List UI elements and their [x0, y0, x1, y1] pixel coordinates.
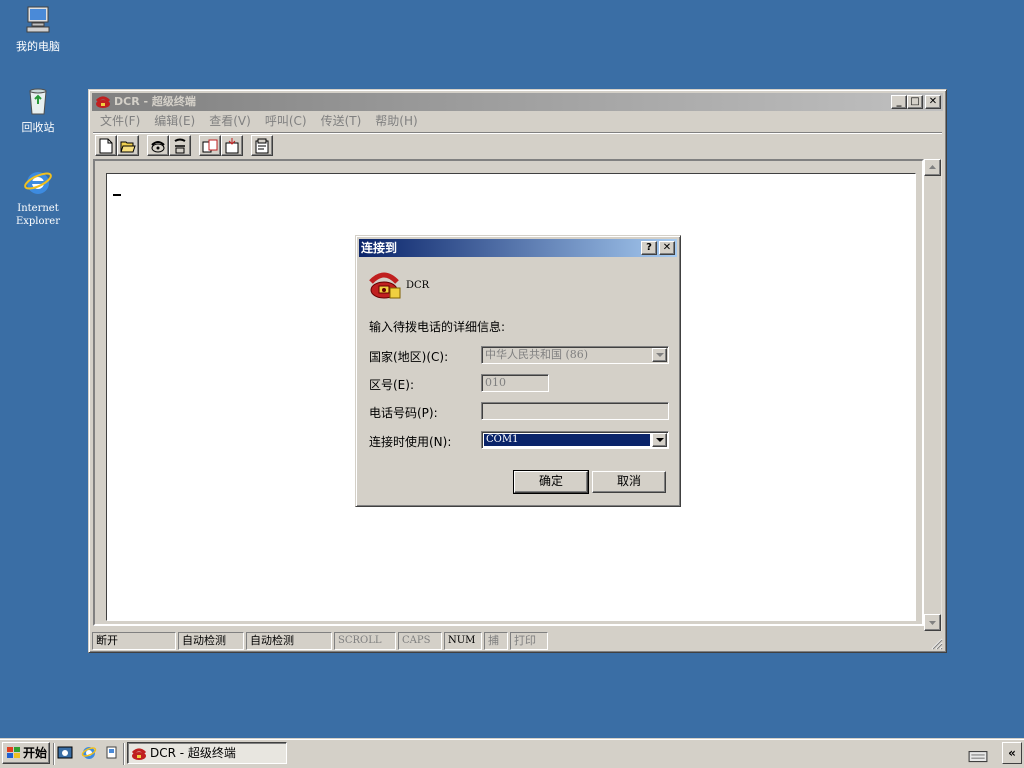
arrow-up-icon — [929, 165, 936, 169]
desktop-icon-recycle-bin[interactable]: 回收站 — [3, 85, 73, 134]
status-detect-1: 自动检测 — [178, 632, 244, 650]
status-capture: 捕 — [484, 632, 508, 650]
open-icon — [120, 141, 136, 152]
taskbar-button-hyperterminal[interactable]: DCR - 超级终端 — [127, 742, 287, 764]
send-button[interactable] — [199, 135, 221, 156]
country-label: 国家(地区)(C): — [369, 350, 449, 364]
menu-file[interactable]: 文件(F) — [93, 112, 147, 131]
chevron-down-icon[interactable] — [652, 348, 667, 362]
send-icon — [202, 139, 218, 152]
arrow-down-icon — [929, 621, 936, 625]
dial-button[interactable] — [147, 135, 169, 156]
desktop-icon-label: 回收站 — [21, 121, 55, 134]
minimize-button[interactable]: _ — [891, 95, 907, 109]
properties-icon — [255, 138, 269, 153]
status-num: NUM — [444, 632, 482, 650]
maximize-button[interactable]: □ — [907, 95, 923, 109]
vertical-scrollbar[interactable] — [924, 159, 942, 631]
area-code-label: 区号(E): — [369, 378, 414, 392]
cancel-button[interactable]: 取消 — [592, 471, 666, 493]
new-icon — [99, 138, 113, 153]
status-print: 打印 — [510, 632, 548, 650]
windows-explorer-icon[interactable] — [104, 745, 120, 761]
window-title: DCR - 超级终端 — [114, 95, 196, 108]
new-connection-button[interactable] — [95, 135, 117, 156]
properties-button[interactable] — [251, 135, 273, 156]
show-desktop-icon[interactable] — [57, 745, 73, 761]
windows-logo-icon — [7, 747, 20, 758]
connect-using-label: 连接时使用(N): — [369, 435, 452, 449]
country-value: 中华人民共和国 (86) — [485, 348, 589, 361]
toolbar — [93, 132, 942, 156]
internet-explorer-icon — [22, 166, 54, 198]
taskbar-button-label: DCR - 超级终端 — [150, 746, 236, 760]
window-titlebar[interactable]: DCR - 超级终端 _ □ ✕ — [92, 93, 943, 111]
scroll-down-button[interactable] — [924, 614, 941, 631]
my-computer-icon — [22, 4, 54, 36]
receive-button[interactable] — [221, 135, 243, 156]
hyperterminal-app-icon[interactable] — [95, 94, 111, 110]
phone-number-label: 电话号码(P): — [369, 406, 438, 420]
terminal-cursor — [113, 194, 121, 196]
chevron-down-icon[interactable] — [652, 433, 667, 447]
desktop-icon-label: Internet Explorer — [15, 203, 61, 227]
receive-icon — [225, 137, 239, 153]
dial-icon — [151, 140, 165, 152]
disconnect-icon — [174, 138, 186, 153]
menu-call[interactable]: 呼叫(C) — [258, 112, 314, 131]
dialog-titlebar[interactable]: 连接到 ? ✕ — [359, 239, 677, 257]
start-label: 开始 — [23, 746, 48, 760]
desktop-icon-internet-explorer[interactable]: Internet Explorer — [3, 166, 73, 228]
connection-name: DCR — [406, 280, 430, 291]
menu-transfer[interactable]: 传送(T) — [314, 112, 369, 131]
internet-explorer-icon[interactable] — [81, 745, 97, 761]
recycle-bin-icon — [22, 85, 54, 117]
close-icon: ✕ — [928, 96, 938, 107]
area-code-input[interactable]: 010 — [481, 374, 549, 392]
open-button[interactable] — [117, 135, 139, 156]
dialog-close-button[interactable]: ✕ — [659, 241, 675, 255]
connect-using-select[interactable]: COM1 — [481, 431, 669, 449]
phone-number-input[interactable] — [481, 402, 669, 420]
area-code-value: 010 — [485, 376, 506, 389]
keyboard-icon[interactable] — [968, 746, 988, 766]
help-button[interactable]: ? — [641, 241, 657, 255]
status-caps: CAPS — [398, 632, 442, 650]
maximize-icon: □ — [910, 96, 920, 107]
hyperterminal-app-icon — [131, 748, 147, 760]
minimize-icon: _ — [896, 96, 902, 107]
menu-help[interactable]: 帮助(H) — [368, 112, 424, 131]
desktop-icon-my-computer[interactable]: 我的电脑 — [3, 4, 73, 53]
show-hidden-icons-button[interactable]: « — [1002, 742, 1022, 764]
dialog-title: 连接到 — [361, 241, 398, 255]
dialog-prompt: 输入待拨电话的详细信息: — [369, 320, 506, 334]
close-button[interactable]: ✕ — [925, 95, 941, 109]
start-button[interactable]: 开始 — [2, 742, 50, 764]
disconnect-button[interactable] — [169, 135, 191, 156]
scroll-up-button[interactable] — [924, 159, 941, 176]
menu-view[interactable]: 查看(V) — [202, 112, 258, 131]
chevron-left-icon: « — [1008, 746, 1016, 760]
help-icon: ? — [646, 242, 652, 253]
desktop-icon-label: 我的电脑 — [16, 40, 60, 53]
country-select[interactable]: 中华人民共和国 (86) — [481, 346, 669, 364]
status-bar: 断开 自动检测 自动检测 SCROLL CAPS NUM 捕 打印 — [92, 632, 943, 650]
taskbar: 开始 DCR - 超级终端 « — [0, 738, 1024, 768]
connect-to-dialog: 连接到 ? ✕ DCR 输入待拨电话的详细信息: 国家(地区)(C): 中华人民… — [355, 235, 681, 507]
status-connection: 断开 — [92, 632, 176, 650]
close-icon: ✕ — [662, 242, 672, 253]
menu-edit[interactable]: 编辑(E) — [147, 112, 202, 131]
menu-bar: 文件(F) 编辑(E) 查看(V) 呼叫(C) 传送(T) 帮助(H) — [93, 112, 942, 131]
resize-grip-icon[interactable] — [929, 636, 943, 650]
connection-phone-icon — [368, 268, 402, 300]
status-scroll: SCROLL — [334, 632, 396, 650]
connect-using-value: COM1 — [484, 434, 650, 446]
scroll-track[interactable] — [924, 176, 941, 614]
ok-button[interactable]: 确定 — [513, 470, 589, 494]
status-detect-2: 自动检测 — [246, 632, 332, 650]
